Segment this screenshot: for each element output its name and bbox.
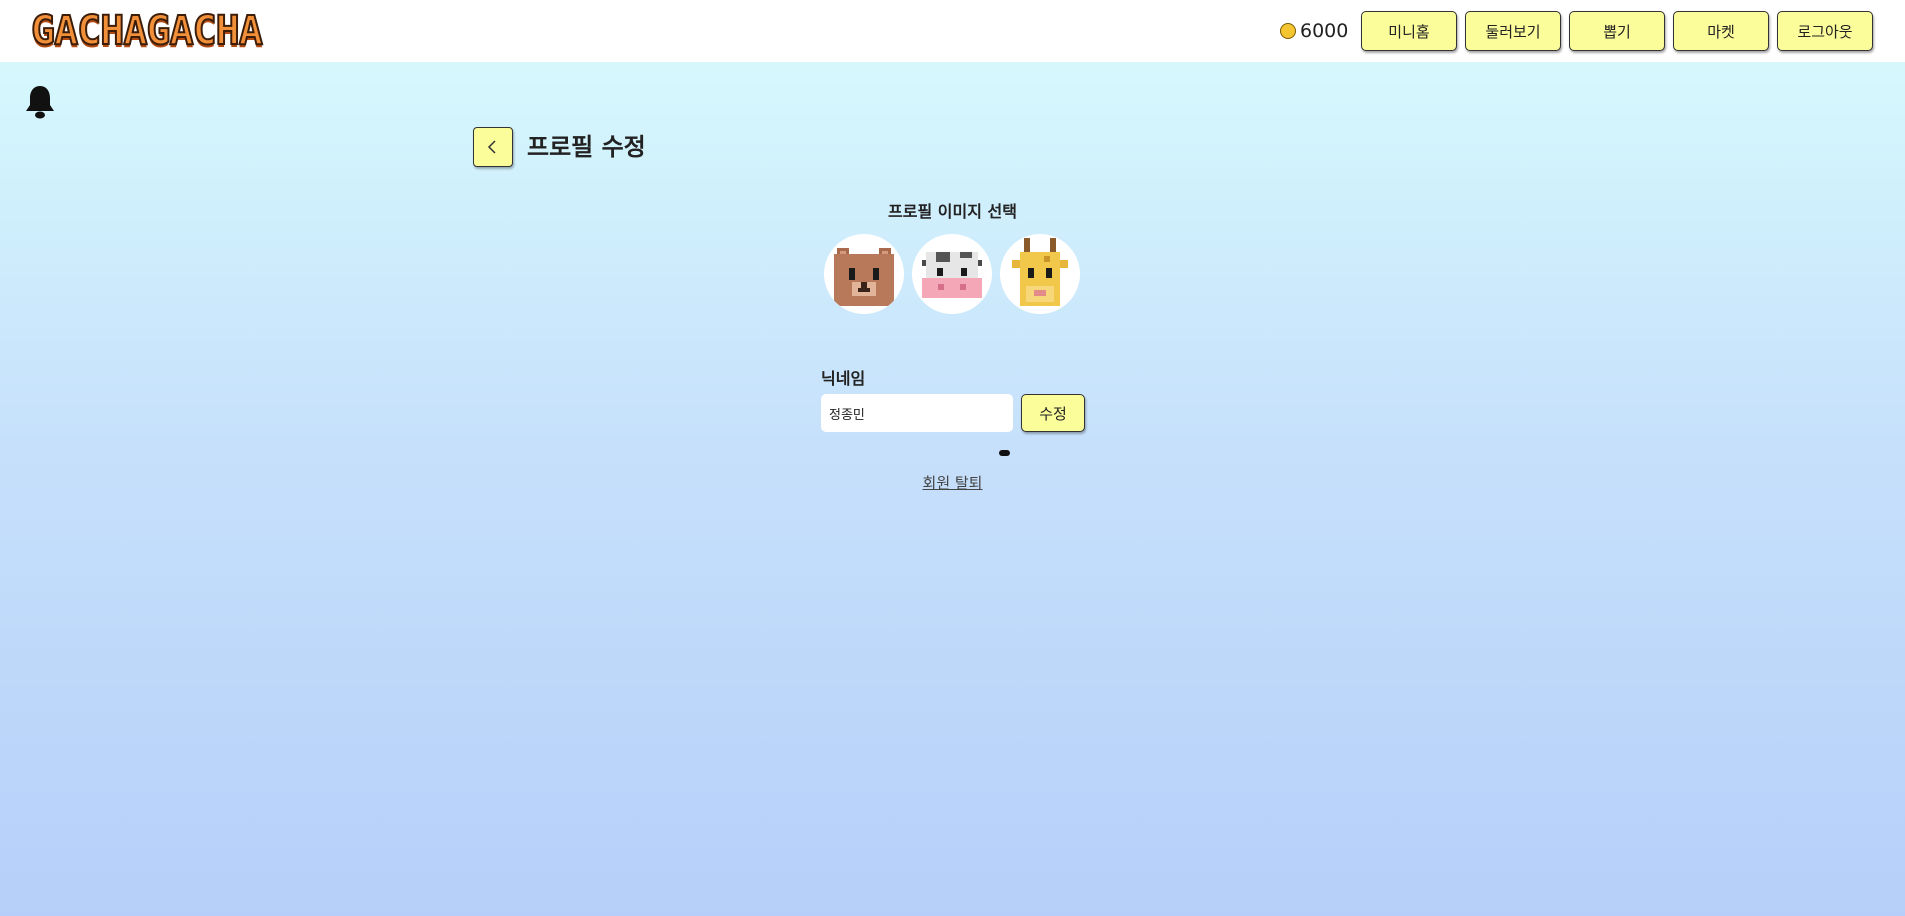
coin-icon xyxy=(1280,23,1296,39)
bell-icon[interactable] xyxy=(24,84,56,120)
logo[interactable]: GACHAGACHA xyxy=(30,8,264,54)
profile-image-label: 프로필 이미지 선택 xyxy=(888,202,1017,221)
back-button[interactable] xyxy=(473,127,513,167)
chevron-left-icon xyxy=(487,140,496,154)
coin-balance: 6000 xyxy=(1280,19,1348,43)
nav-market-button[interactable]: 마켓 xyxy=(1673,11,1769,51)
avatar-bear[interactable] xyxy=(824,234,904,314)
page-title: 프로필 수정 xyxy=(527,133,646,161)
nav-draw-button[interactable]: 뽑기 xyxy=(1569,11,1665,51)
withdraw-link[interactable]: 회원 탈퇴 xyxy=(0,472,1905,493)
avatar-giraffe[interactable] xyxy=(1000,234,1080,314)
logo-text: GACHAGACHA xyxy=(30,8,264,54)
coin-amount: 6000 xyxy=(1300,20,1349,42)
avatar-cow[interactable] xyxy=(912,234,992,314)
nickname-input[interactable] xyxy=(821,394,1013,432)
logout-button[interactable]: 로그아웃 xyxy=(1777,11,1873,51)
submit-button[interactable]: 수정 xyxy=(1021,394,1085,432)
nav-minihome-button[interactable]: 미니홈 xyxy=(1361,11,1457,51)
loading-indicator xyxy=(999,450,1010,456)
nickname-label: 닉네임 xyxy=(821,369,866,388)
top-header: GACHAGACHA 6000 미니홈 둘러보기 뽑기 마켓 로그아웃 xyxy=(0,0,1905,62)
nav-browse-button[interactable]: 둘러보기 xyxy=(1465,11,1561,51)
